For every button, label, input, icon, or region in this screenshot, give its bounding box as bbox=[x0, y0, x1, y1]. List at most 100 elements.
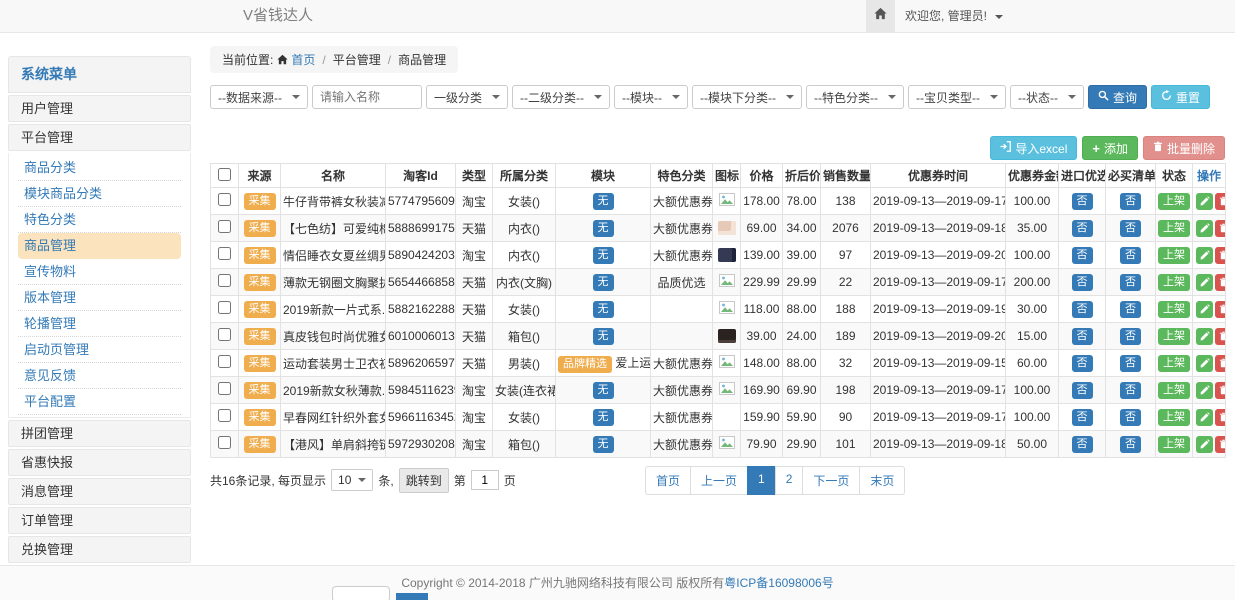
import-select-toggle[interactable]: 否 bbox=[1072, 193, 1093, 210]
status-badge[interactable]: 上架 bbox=[1158, 247, 1190, 264]
sidebar-group-order-management[interactable]: 订单管理 bbox=[8, 507, 191, 534]
import-select-toggle[interactable]: 否 bbox=[1072, 247, 1093, 264]
edit-button[interactable] bbox=[1196, 247, 1213, 264]
batch-delete-button[interactable]: 批量删除 bbox=[1143, 136, 1225, 160]
module-badge[interactable]: 无 bbox=[593, 409, 614, 426]
sidebar-group-saving-express[interactable]: 省惠快报 bbox=[8, 449, 191, 476]
must-buy-toggle[interactable]: 否 bbox=[1120, 355, 1141, 372]
delete-button[interactable] bbox=[1215, 355, 1226, 372]
edit-button[interactable] bbox=[1196, 409, 1213, 426]
row-checkbox[interactable] bbox=[218, 274, 231, 287]
delete-button[interactable] bbox=[1215, 436, 1226, 453]
user-menu[interactable]: 欢迎您, 管理员! bbox=[905, 0, 1003, 32]
row-checkbox[interactable] bbox=[218, 220, 231, 233]
status-badge[interactable]: 上架 bbox=[1158, 193, 1190, 210]
jump-page-input[interactable] bbox=[471, 470, 499, 490]
row-checkbox[interactable] bbox=[218, 409, 231, 422]
import-select-toggle[interactable]: 否 bbox=[1072, 328, 1093, 345]
must-buy-toggle[interactable]: 否 bbox=[1120, 274, 1141, 291]
sidebar-item-feedback[interactable]: 意见反馈 bbox=[18, 363, 181, 389]
sidebar-item-carousel-management[interactable]: 轮播管理 bbox=[18, 311, 181, 337]
must-buy-toggle[interactable]: 否 bbox=[1120, 247, 1141, 264]
page-button-page-2[interactable]: 2 bbox=[775, 466, 804, 495]
module-badge[interactable]: 无 bbox=[593, 274, 614, 291]
filter-select-data-source[interactable]: --数据来源-- bbox=[210, 85, 308, 109]
module-badge[interactable]: 无 bbox=[593, 328, 614, 345]
sidebar-item-product-category[interactable]: 商品分类 bbox=[18, 155, 181, 181]
search-button[interactable]: 查询 bbox=[1088, 85, 1147, 109]
row-checkbox[interactable] bbox=[218, 355, 231, 368]
edit-button[interactable] bbox=[1196, 355, 1213, 372]
delete-button[interactable] bbox=[1215, 220, 1226, 237]
sidebar-group-group-buy-management[interactable]: 拼团管理 bbox=[8, 420, 191, 447]
edit-button[interactable] bbox=[1196, 328, 1213, 345]
import-select-toggle[interactable]: 否 bbox=[1072, 436, 1093, 453]
filter-select-item-type[interactable]: --宝贝类型-- bbox=[908, 85, 1006, 109]
page-button-page-1[interactable]: 1 bbox=[747, 466, 776, 495]
row-checkbox[interactable] bbox=[218, 247, 231, 260]
edit-button[interactable] bbox=[1196, 193, 1213, 210]
page-button-next[interactable]: 下一页 bbox=[802, 466, 860, 495]
import-select-toggle[interactable]: 否 bbox=[1072, 301, 1093, 318]
delete-button[interactable] bbox=[1215, 247, 1226, 264]
status-badge[interactable]: 上架 bbox=[1158, 301, 1190, 318]
name-search-input[interactable] bbox=[312, 85, 422, 109]
sidebar-group-exchange-management[interactable]: 兑换管理 bbox=[8, 536, 191, 563]
select-all-checkbox[interactable] bbox=[218, 168, 231, 181]
sidebar-item-product-management[interactable]: 商品管理 bbox=[18, 233, 181, 259]
page-button-first[interactable]: 首页 bbox=[645, 466, 691, 495]
filter-select-module-subcategory[interactable]: --模块下分类-- bbox=[692, 85, 802, 109]
module-badge[interactable]: 品牌精选 bbox=[558, 356, 612, 373]
status-badge[interactable]: 上架 bbox=[1158, 436, 1190, 453]
home-button[interactable] bbox=[866, 0, 895, 32]
row-checkbox[interactable] bbox=[218, 382, 231, 395]
must-buy-toggle[interactable]: 否 bbox=[1120, 328, 1141, 345]
filter-select-feature-category[interactable]: --特色分类-- bbox=[806, 85, 904, 109]
add-button[interactable]: + 添加 bbox=[1082, 136, 1138, 160]
status-badge[interactable]: 上架 bbox=[1158, 220, 1190, 237]
filter-select-module[interactable]: --模块-- bbox=[614, 85, 688, 109]
edit-button[interactable] bbox=[1196, 274, 1213, 291]
sidebar-item-platform-config[interactable]: 平台配置 bbox=[18, 389, 181, 415]
sidebar-group-platform-management[interactable]: 平台管理 bbox=[8, 124, 191, 151]
import-select-toggle[interactable]: 否 bbox=[1072, 382, 1093, 399]
import-select-toggle[interactable]: 否 bbox=[1072, 409, 1093, 426]
sidebar-item-promo-materials[interactable]: 宣传物料 bbox=[18, 259, 181, 285]
page-button-prev[interactable]: 上一页 bbox=[690, 466, 748, 495]
row-checkbox[interactable] bbox=[218, 328, 231, 341]
must-buy-toggle[interactable]: 否 bbox=[1120, 436, 1141, 453]
import-select-toggle[interactable]: 否 bbox=[1072, 220, 1093, 237]
edit-button[interactable] bbox=[1196, 382, 1213, 399]
row-checkbox[interactable] bbox=[218, 436, 231, 449]
delete-button[interactable] bbox=[1215, 382, 1226, 399]
status-badge[interactable]: 上架 bbox=[1158, 382, 1190, 399]
status-badge[interactable]: 上架 bbox=[1158, 409, 1190, 426]
status-badge[interactable]: 上架 bbox=[1158, 274, 1190, 291]
module-badge[interactable]: 无 bbox=[593, 382, 614, 399]
must-buy-toggle[interactable]: 否 bbox=[1120, 193, 1141, 210]
must-buy-toggle[interactable]: 否 bbox=[1120, 409, 1141, 426]
delete-button[interactable] bbox=[1215, 274, 1226, 291]
delete-button[interactable] bbox=[1215, 409, 1226, 426]
edit-button[interactable] bbox=[1196, 220, 1213, 237]
row-checkbox[interactable] bbox=[218, 193, 231, 206]
sidebar-item-module-product-category[interactable]: 模块商品分类 bbox=[18, 181, 181, 207]
filter-select-status[interactable]: --状态-- bbox=[1010, 85, 1084, 109]
must-buy-toggle[interactable]: 否 bbox=[1120, 301, 1141, 318]
must-buy-toggle[interactable]: 否 bbox=[1120, 220, 1141, 237]
import-select-toggle[interactable]: 否 bbox=[1072, 355, 1093, 372]
edit-button[interactable] bbox=[1196, 436, 1213, 453]
sidebar-group-user-management[interactable]: 用户管理 bbox=[8, 95, 191, 122]
edit-button[interactable] bbox=[1196, 301, 1213, 318]
per-page-select[interactable]: 10 bbox=[331, 469, 373, 491]
import-select-toggle[interactable]: 否 bbox=[1072, 274, 1093, 291]
delete-button[interactable] bbox=[1215, 328, 1226, 345]
row-checkbox[interactable] bbox=[218, 301, 231, 314]
filter-select-level1-category[interactable]: 一级分类 bbox=[426, 85, 508, 109]
icp-link[interactable]: 粤ICP备16098006号 bbox=[724, 576, 833, 590]
filter-select-level2-category[interactable]: --二级分类-- bbox=[512, 85, 610, 109]
sidebar-item-version-management[interactable]: 版本管理 bbox=[18, 285, 181, 311]
page-button-last[interactable]: 末页 bbox=[859, 466, 905, 495]
status-badge[interactable]: 上架 bbox=[1158, 355, 1190, 372]
status-badge[interactable]: 上架 bbox=[1158, 328, 1190, 345]
